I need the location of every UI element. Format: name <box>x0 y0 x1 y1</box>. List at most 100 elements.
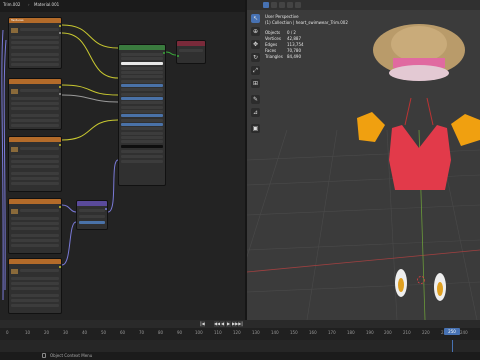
colorspace-dropdown[interactable] <box>11 299 59 302</box>
subsurface-color-field[interactable] <box>121 75 163 78</box>
target-dropdown[interactable] <box>179 49 203 52</box>
emission-strength-field[interactable] <box>121 140 163 143</box>
play-icon[interactable]: ▶ <box>226 321 231 327</box>
move-icon[interactable]: ✥ <box>251 40 260 49</box>
image-selector[interactable] <box>20 147 59 150</box>
alpha-dropdown[interactable] <box>11 182 59 185</box>
select-subtract-button[interactable] <box>279 2 285 8</box>
image-texture-node[interactable] <box>8 78 62 130</box>
clearcoat-normal-field[interactable] <box>121 155 163 158</box>
jump-start-button[interactable]: |◀ <box>200 321 205 327</box>
image-texture-node[interactable] <box>8 136 62 192</box>
select-mode-button[interactable] <box>263 2 269 8</box>
image-texture-node[interactable]: Textures <box>8 17 62 69</box>
normal-output-socket[interactable] <box>105 208 107 210</box>
uv-map-field[interactable] <box>79 215 105 218</box>
color-output-socket[interactable] <box>59 25 61 27</box>
metallic-field[interactable] <box>121 80 163 83</box>
source-dropdown[interactable] <box>11 114 59 117</box>
jump-keyframe-forward-button[interactable]: ▶▶ <box>232 321 238 327</box>
shader-node-editor[interactable]: Textures <box>0 0 245 320</box>
transform-icon[interactable]: ⊞ <box>251 79 260 88</box>
extension-dropdown[interactable] <box>11 46 59 49</box>
specular-tint-field[interactable] <box>121 88 163 91</box>
colorspace-dropdown[interactable] <box>11 58 59 61</box>
image-texture-node[interactable] <box>8 198 62 254</box>
subsurface-method-dropdown[interactable] <box>121 57 163 60</box>
transmission-roughness-field[interactable] <box>121 132 163 135</box>
image-selector[interactable] <box>20 209 59 212</box>
bsdf-output-socket[interactable] <box>163 52 165 54</box>
material-output-node[interactable] <box>176 40 206 64</box>
ior-slider[interactable] <box>121 123 163 126</box>
interpolation-dropdown[interactable] <box>11 36 59 39</box>
transmission-field[interactable] <box>121 127 163 130</box>
source-dropdown[interactable] <box>11 234 59 237</box>
color-output-socket[interactable] <box>59 144 61 146</box>
extension-dropdown[interactable] <box>11 165 59 168</box>
alpha-field[interactable] <box>121 145 163 148</box>
colorspace-dropdown[interactable] <box>11 119 59 122</box>
projection-dropdown[interactable] <box>11 160 59 163</box>
strength-slider[interactable] <box>79 221 105 224</box>
normal-field[interactable] <box>121 150 163 153</box>
principled-bsdf-node[interactable] <box>118 44 166 186</box>
alpha-dropdown[interactable] <box>11 124 59 127</box>
alpha-dropdown[interactable] <box>11 244 59 247</box>
anisotropic-slider[interactable] <box>121 97 163 100</box>
select-intersect-button[interactable] <box>295 2 301 8</box>
extension-dropdown[interactable] <box>11 107 59 110</box>
distribution-dropdown[interactable] <box>121 53 163 56</box>
sheen-tint-field[interactable] <box>121 110 163 113</box>
color-output-socket[interactable] <box>59 86 61 88</box>
extension-dropdown[interactable] <box>11 287 59 290</box>
specular-slider[interactable] <box>121 84 163 87</box>
rotate-icon[interactable]: ↻ <box>251 53 260 62</box>
subsurface-field[interactable] <box>121 67 163 70</box>
projection-dropdown[interactable] <box>11 41 59 44</box>
select-icon[interactable]: ↖ <box>251 14 260 23</box>
normal-map-node[interactable] <box>76 200 108 230</box>
projection-dropdown[interactable] <box>11 222 59 225</box>
material-breadcrumb[interactable]: Material.001 <box>34 2 59 7</box>
clearcoat-roughness-field[interactable] <box>121 119 163 122</box>
sheen-field[interactable] <box>121 106 163 109</box>
space-dropdown[interactable] <box>79 209 105 212</box>
clearcoat-slider[interactable] <box>121 114 163 117</box>
colorspace-dropdown[interactable] <box>11 239 59 242</box>
color-output-socket[interactable] <box>59 266 61 268</box>
measure-icon[interactable]: ⊿ <box>251 108 260 117</box>
base-color-field[interactable] <box>121 62 163 65</box>
emission-field[interactable] <box>121 136 163 139</box>
current-frame-badge[interactable]: 250 <box>444 328 460 335</box>
projection-dropdown[interactable] <box>11 282 59 285</box>
timeline-area[interactable]: 250 <box>0 328 480 352</box>
scale-icon[interactable]: ⤢ <box>251 66 260 75</box>
color-output-socket[interactable] <box>59 206 61 208</box>
add-cube-icon[interactable]: ▣ <box>251 124 260 133</box>
select-invert-button[interactable] <box>287 2 293 8</box>
select-extend-button[interactable] <box>271 2 277 8</box>
source-dropdown[interactable] <box>11 172 59 175</box>
interpolation-dropdown[interactable] <box>11 97 59 100</box>
source-dropdown[interactable] <box>11 294 59 297</box>
playhead[interactable] <box>452 340 453 352</box>
alpha-dropdown[interactable] <box>11 63 59 66</box>
alpha-output-socket[interactable] <box>59 93 61 95</box>
alpha-dropdown[interactable] <box>11 304 59 307</box>
timeline-ruler[interactable]: 0 10 20 30 40 50 60 70 80 90 100 110 120… <box>0 328 480 340</box>
image-selector[interactable] <box>20 89 59 92</box>
annotate-icon[interactable]: ✎ <box>251 95 260 104</box>
colorspace-dropdown[interactable] <box>11 177 59 180</box>
interpolation-dropdown[interactable] <box>11 277 59 280</box>
cursor-icon[interactable]: ⊕ <box>251 27 260 36</box>
interpolation-dropdown[interactable] <box>11 155 59 158</box>
source-dropdown[interactable] <box>11 53 59 56</box>
tangent-field[interactable] <box>121 160 163 163</box>
image-selector[interactable] <box>20 28 59 31</box>
image-texture-node[interactable] <box>8 258 62 314</box>
jump-keyframe-back-button[interactable]: ◀◀ <box>214 321 220 327</box>
image-selector[interactable] <box>20 269 59 272</box>
subsurface-radius-field[interactable] <box>121 71 163 74</box>
interpolation-dropdown[interactable] <box>11 217 59 220</box>
